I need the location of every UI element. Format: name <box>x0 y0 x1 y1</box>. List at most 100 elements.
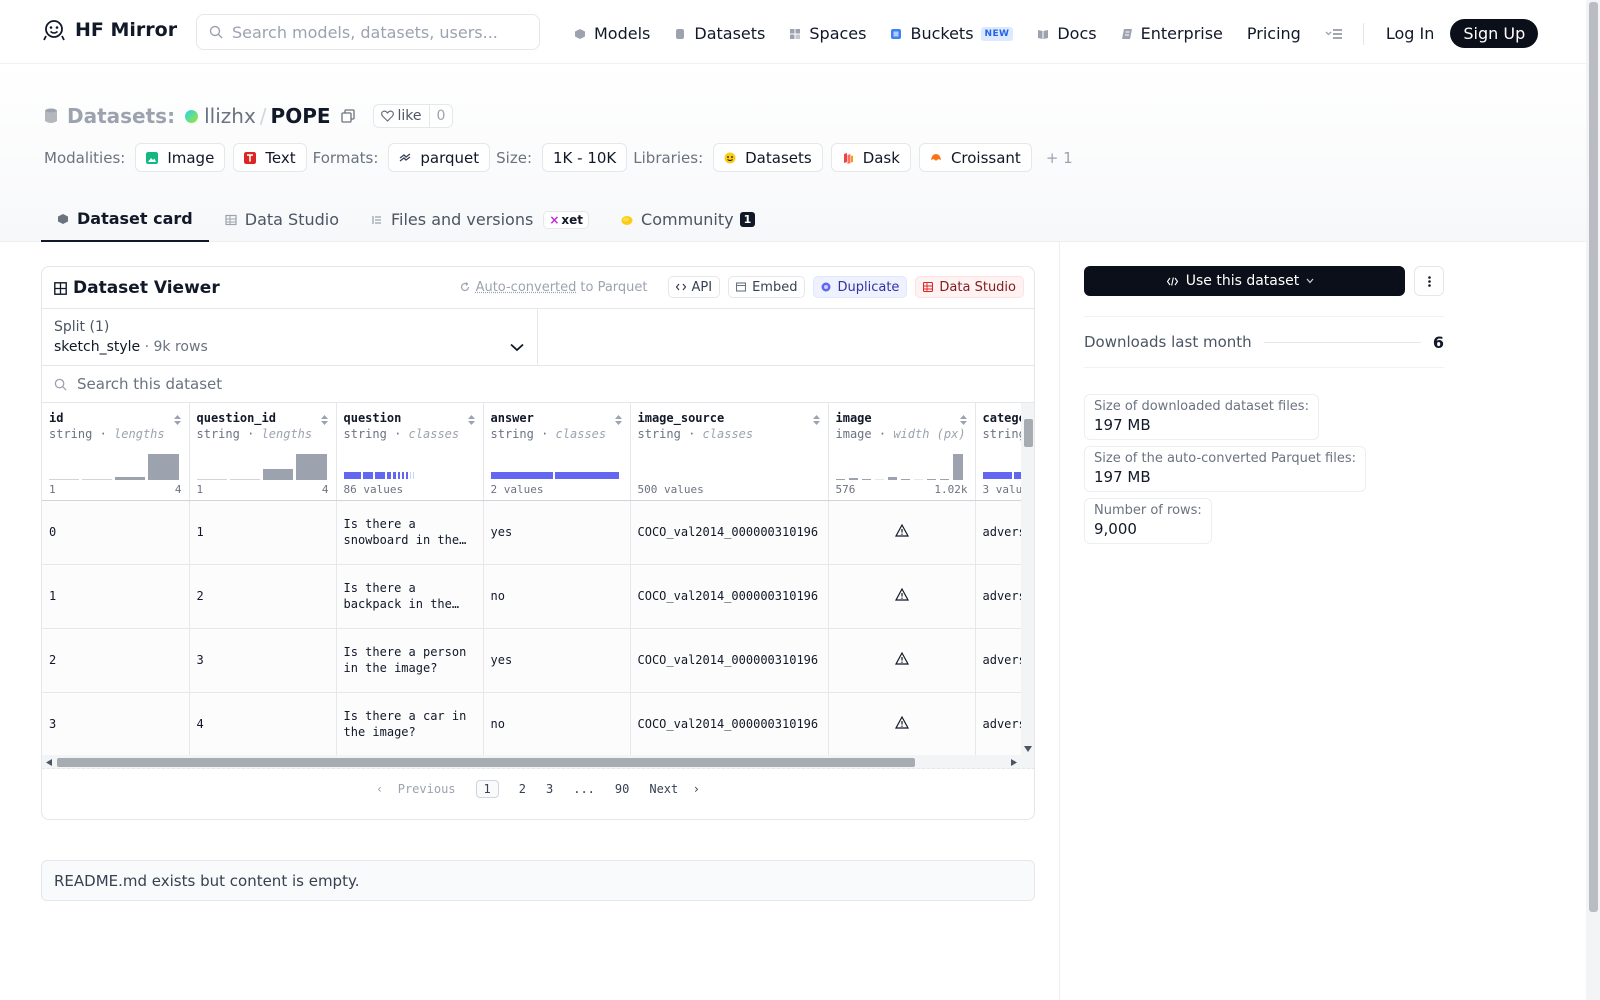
cell-category[interactable]: adversarial <box>975 564 1021 629</box>
cell-image[interactable] <box>828 500 976 565</box>
use-this-dataset-button[interactable]: Use this dataset <box>1084 266 1405 296</box>
table-vertical-scrollbar[interactable] <box>1021 403 1034 755</box>
page-scrollbar[interactable] <box>1586 0 1600 1000</box>
api-button[interactable]: API <box>667 276 721 298</box>
scrollbar-thumb[interactable] <box>57 758 915 767</box>
copy-icon[interactable] <box>340 109 355 123</box>
cell-image-source[interactable]: COCO_val2014_000000310196 <box>630 692 829 755</box>
size-tag[interactable]: 1K - 10K <box>542 143 628 172</box>
cell-answer[interactable]: yes <box>483 500 631 565</box>
tab-data-studio[interactable]: Data Studio <box>209 197 355 242</box>
sort-icon[interactable] <box>320 414 329 426</box>
page-90-button[interactable]: 90 <box>615 782 629 796</box>
modality-text-tag[interactable]: Text <box>233 143 307 172</box>
cell-question[interactable]: Is there a snowboard in the image? <box>336 500 484 565</box>
embed-button[interactable]: Embed <box>728 276 806 298</box>
global-search[interactable] <box>196 14 540 50</box>
cell-image-source[interactable]: COCO_val2014_000000310196 <box>630 500 829 565</box>
column-header-answer[interactable]: answer string · classes 2 values <box>483 403 631 501</box>
auto-converted-link[interactable]: Auto-converted <box>476 280 577 295</box>
cell-id[interactable]: 3 <box>42 692 190 755</box>
format-parquet-tag[interactable]: parquet <box>388 143 491 172</box>
data-studio-button[interactable]: Data Studio <box>915 276 1024 298</box>
cell-image[interactable] <box>828 564 976 629</box>
cell-id[interactable]: 2 <box>42 628 190 693</box>
column-header-image[interactable]: image image · width (px) 576 1.02k <box>828 403 976 501</box>
global-search-input[interactable] <box>232 22 522 42</box>
nav-more-menu[interactable] <box>1325 28 1343 40</box>
tab-files-versions[interactable]: Files and versions × xet <box>355 197 605 242</box>
nav-enterprise-link[interactable]: Enterprise <box>1121 24 1223 43</box>
modality-image-tag[interactable]: Image <box>135 143 226 172</box>
table-row[interactable]: 2 3 Is there a person in the image? yes … <box>42 628 1021 693</box>
page-2-button[interactable]: 2 <box>519 782 526 796</box>
table-row[interactable]: 3 4 Is there a car in the image? no COCO… <box>42 692 1021 755</box>
column-header-category[interactable]: category string · classes 3 values <box>975 403 1021 501</box>
nav-pricing-link[interactable]: Pricing <box>1247 24 1301 43</box>
cell-question-id[interactable]: 4 <box>189 692 337 755</box>
cell-id[interactable]: 0 <box>42 500 190 565</box>
next-page-button[interactable]: Next › <box>649 782 700 796</box>
login-link[interactable]: Log In <box>1386 24 1435 43</box>
more-libraries-link[interactable]: + 1 <box>1046 149 1073 167</box>
nav-spaces-link[interactable]: Spaces <box>789 24 866 43</box>
table-row[interactable]: 1 2 Is there a backpack in the image? no… <box>42 564 1021 629</box>
duplicate-button[interactable]: Duplicate <box>813 276 908 298</box>
library-dask-tag[interactable]: Dask <box>830 143 911 172</box>
split-select[interactable]: Split (1) sketch_style · 9k rows <box>42 309 538 366</box>
dataset-search[interactable] <box>42 366 1034 403</box>
more-options-button[interactable] <box>1414 266 1444 296</box>
cell-category[interactable]: adversarial <box>975 500 1021 565</box>
sort-icon[interactable] <box>959 414 968 426</box>
column-header-id[interactable]: id string · lengths 14 <box>42 403 190 501</box>
like-button[interactable]: like 0 <box>372 104 454 128</box>
page-1-button[interactable]: 1 <box>475 780 499 798</box>
cell-image-source[interactable]: COCO_val2014_000000310196 <box>630 564 829 629</box>
table-horizontal-scrollbar[interactable] <box>42 755 1034 769</box>
scroll-down-arrow-icon[interactable] <box>1024 746 1032 752</box>
cell-answer[interactable]: no <box>483 692 631 755</box>
scroll-right-arrow-icon[interactable] <box>1011 759 1017 766</box>
signup-button[interactable]: Sign Up <box>1450 19 1539 48</box>
home-logo-link[interactable]: HF Mirror <box>42 18 177 42</box>
data-table-container[interactable]: id string · lengths 14 question_id strin… <box>42 403 1021 755</box>
column-header-image-source[interactable]: image_source string · classes 500 values <box>630 403 829 501</box>
sort-icon[interactable] <box>614 414 623 426</box>
tab-dataset-card[interactable]: Dataset card <box>41 197 209 242</box>
cell-category[interactable]: adversarial <box>975 692 1021 755</box>
cell-question[interactable]: Is there a car in the image? <box>336 692 484 755</box>
cell-image[interactable] <box>828 628 976 693</box>
table-row[interactable]: 0 1 Is there a snowboard in the image? y… <box>42 500 1021 565</box>
dataset-search-input[interactable] <box>77 375 677 393</box>
nav-datasets-link[interactable]: Datasets <box>674 24 765 43</box>
page-scrollbar-thumb[interactable] <box>1589 2 1598 912</box>
scrollbar-thumb[interactable] <box>1024 419 1033 447</box>
cell-question-id[interactable]: 3 <box>189 628 337 693</box>
nav-models-link[interactable]: Models <box>574 24 650 43</box>
cell-image-source[interactable]: COCO_val2014_000000310196 <box>630 628 829 693</box>
cell-question-id[interactable]: 1 <box>189 500 337 565</box>
org-link[interactable]: llizhx <box>204 104 256 128</box>
cell-answer[interactable]: no <box>483 564 631 629</box>
page-3-button[interactable]: 3 <box>546 782 553 796</box>
cell-question-id[interactable]: 2 <box>189 564 337 629</box>
cell-image[interactable] <box>828 692 976 755</box>
sort-icon[interactable] <box>467 414 476 426</box>
tab-community[interactable]: Community 1 <box>605 197 771 242</box>
scroll-left-arrow-icon[interactable] <box>46 759 52 766</box>
sort-icon[interactable] <box>812 414 821 426</box>
cell-question[interactable]: Is there a backpack in the image? <box>336 564 484 629</box>
sort-icon[interactable] <box>173 414 182 426</box>
column-header-question-id[interactable]: question_id string · lengths 14 <box>189 403 337 501</box>
library-datasets-tag[interactable]: Datasets <box>713 143 823 172</box>
column-header-question[interactable]: question string · classes 86 values <box>336 403 484 501</box>
cell-question[interactable]: Is there a person in the image? <box>336 628 484 693</box>
library-croissant-tag[interactable]: Croissant <box>918 143 1032 172</box>
previous-page-button[interactable]: ‹ Previous <box>376 782 455 796</box>
cell-category[interactable]: adversarial <box>975 628 1021 693</box>
nav-docs-link[interactable]: Docs <box>1037 24 1097 43</box>
nav-buckets-link[interactable]: Buckets NEW <box>890 24 1014 43</box>
cell-id[interactable]: 1 <box>42 564 190 629</box>
cell-answer[interactable]: yes <box>483 628 631 693</box>
dataset-name-link[interactable]: POPE <box>271 104 331 128</box>
